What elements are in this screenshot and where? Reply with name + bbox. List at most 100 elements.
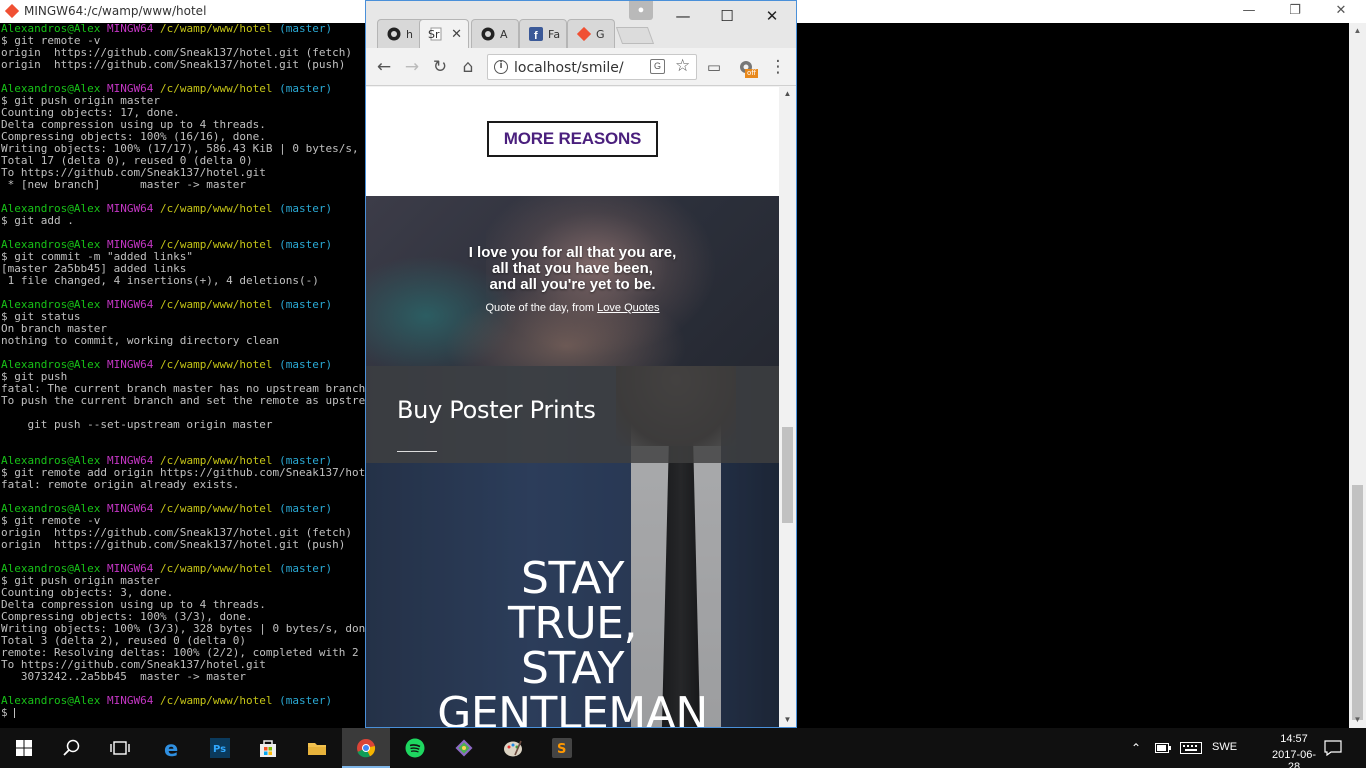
buy-poster-prints-heading[interactable]: Buy Poster Prints [397,396,596,424]
folder-icon [308,743,326,755]
tab-git[interactable]: G [567,19,615,48]
quote-line: and all you're yet to be. [489,276,656,293]
chrome-window: h Sr ✕ A f Fa G ● — ☐ ✕ ← → ↻ ⌂ i localh… [365,0,797,728]
terminal-text: * [new branch] master -> master [1,178,247,191]
translate-icon[interactable]: G [650,59,665,74]
terminal-text: origin https://github.com/Sneak137/hotel… [1,538,346,551]
chrome-maximize-button[interactable]: ☐ [705,5,749,27]
extension-off-badge: off [745,69,759,78]
clock-time[interactable]: 14:57 [1266,733,1322,745]
photoshop-logo-icon: Ps [210,738,230,758]
clock-date[interactable]: 2017-06-28 [1266,749,1322,768]
edge-icon[interactable]: e [148,728,196,768]
prompt-segment: (master) [279,358,333,371]
terminal-text: nothing to commit, working directory cle… [1,334,280,347]
store-icon[interactable] [244,728,292,768]
spotify-icon[interactable] [391,728,439,768]
tab-label: Sr [428,28,440,41]
file-explorer-icon[interactable] [293,728,341,768]
prompt-segment: (master) [279,694,333,707]
page-scrollbar[interactable]: ▲ ▼ [779,87,796,727]
prompt-segment: MINGW64 [106,502,160,515]
new-tab-button[interactable] [615,27,655,44]
terminal-restore-button[interactable]: ❐ [1272,0,1318,23]
prompt-segment: /c/wamp/www/hotel [159,502,280,515]
paint-palette-icon [504,740,522,757]
back-button[interactable]: ← [373,56,395,78]
address-bar[interactable]: i localhost/smile/ G ☆ [487,54,697,80]
terminal-scrollbar[interactable]: ▲ ▼ [1349,23,1366,728]
scroll-up-arrow-icon[interactable]: ▲ [779,87,796,101]
page-scroll-thumb[interactable] [782,427,793,523]
scroll-down-arrow-icon[interactable]: ▼ [1349,712,1366,728]
quote-credit-prefix: Quote of the day, from [485,302,598,314]
prompt-segment: MINGW64 [106,298,160,311]
prompt-segment: MINGW64 [106,202,160,215]
paint-icon[interactable] [489,728,537,768]
action-center-icon[interactable] [1324,740,1342,756]
forward-button[interactable]: → [401,56,423,78]
git-extensions-icon[interactable] [440,728,488,768]
heading-underline [397,451,437,452]
scroll-down-arrow-icon[interactable]: ▼ [779,713,796,727]
extension-icon[interactable]: off [735,56,759,78]
search-icon[interactable] [48,728,96,768]
cast-icon[interactable]: ▭ [703,56,725,78]
profile-avatar-icon[interactable]: ● [629,1,653,20]
prompt-segment: /c/wamp/www/hotel [159,562,280,575]
chrome-menu-icon[interactable]: ⋮ [767,56,789,78]
page-viewport[interactable]: MORE REASONS I love you for all that you… [366,87,779,727]
battery-icon[interactable] [1155,743,1171,753]
more-reasons-button[interactable]: MORE REASONS [487,121,658,157]
prompt-segment: /c/wamp/www/hotel [159,694,280,707]
svg-text:e: e [164,738,178,758]
prompt-segment: (master) [279,82,333,95]
tab-github-2[interactable]: A [471,19,519,48]
bookmark-star-icon[interactable]: ☆ [675,56,690,76]
prompt-segment: /c/wamp/www/hotel [159,82,280,95]
windows-start-icon[interactable] [0,728,48,768]
tab-strip: h Sr ✕ A f Fa G ● — ☐ ✕ [366,1,796,49]
love-quotes-link[interactable]: Love Quotes [597,302,659,314]
git-extensions-logo-icon [455,739,473,757]
prompt-segment: /c/wamp/www/hotel [159,298,280,311]
terminal-minimize-button[interactable]: — [1226,0,1272,23]
info-icon[interactable]: i [494,60,508,74]
url-text[interactable]: localhost/smile/ [514,60,624,76]
terminal-text: 3073242..2a5bb45 master -> master [1,670,247,683]
terminal-close-button[interactable]: ✕ [1318,0,1364,23]
chrome-logo-icon [357,739,376,758]
terminal-text: git push --set-upstream origin master [1,418,273,431]
tab-close-icon[interactable]: ✕ [451,26,462,42]
github-icon [387,27,401,41]
photoshop-icon[interactable]: Ps [196,728,244,768]
terminal-cursor [14,708,16,718]
scroll-up-arrow-icon[interactable]: ▲ [1349,23,1366,39]
quote-line: all that you have been, [492,260,653,277]
keyboard-icon[interactable] [1180,742,1202,754]
chrome-close-button[interactable]: ✕ [750,5,794,27]
prompt-segment: (master) [279,298,333,311]
terminal-scroll-thumb[interactable] [1352,485,1363,720]
sublime-text-icon[interactable]: S [538,728,586,768]
quote-credit: Quote of the day, from Love Quotes [366,302,779,314]
home-button[interactable]: ⌂ [457,56,479,78]
svg-text:S: S [557,742,566,757]
chrome-icon[interactable] [342,728,390,768]
tab-github-1[interactable]: h [377,19,425,48]
chrome-minimize-button[interactable]: — [661,5,705,27]
prompt-segment: /c/wamp/www/hotel [159,23,280,35]
prompt-segment: (master) [279,502,333,515]
tab-smile[interactable]: Sr ✕ [419,19,469,49]
tray-overflow-chevron-icon[interactable]: ⌃ [1131,741,1141,755]
quote-text: I love you for all that you are, all tha… [366,245,779,293]
windows-logo-icon [16,740,32,756]
reload-button[interactable]: ↻ [429,56,451,78]
task-view-icon[interactable] [96,728,144,768]
search-glyph-icon [63,739,80,756]
stay-true-headline: STAY TRUE, STAY GENTLEMAN [366,556,779,727]
tab-facebook[interactable]: f Fa [519,19,567,48]
language-indicator[interactable]: SWE [1212,741,1237,753]
prompt-segment: /c/wamp/www/hotel [159,358,280,371]
prompt-segment: (master) [279,202,333,215]
